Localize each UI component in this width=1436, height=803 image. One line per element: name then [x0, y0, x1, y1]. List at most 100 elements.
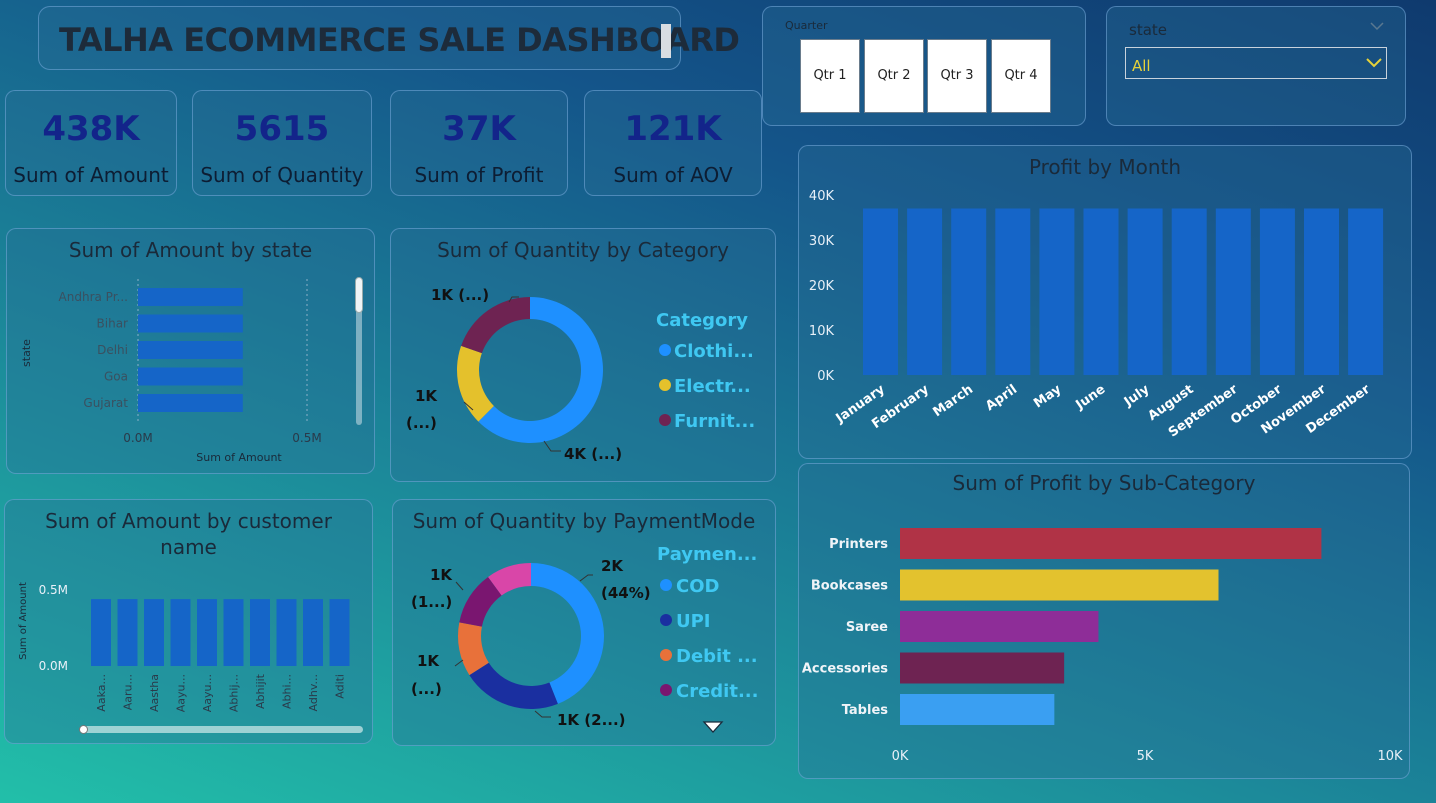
kpi-card-quantity: 5615 Sum of Quantity — [192, 90, 372, 196]
tick-label: 0.5M — [39, 583, 68, 597]
profit-by-subcategory-svg: Printers Bookcases Saree Accessories Tables 0… — [802, 528, 1403, 764]
vertical-scrollbar[interactable] — [355, 277, 363, 425]
bar — [1127, 208, 1163, 375]
legend-label: UPI — [676, 611, 711, 632]
bar — [900, 694, 1055, 725]
chevron-down-icon — [1366, 58, 1382, 68]
category-label: Aastha — [148, 674, 161, 712]
tick-label: 0K — [892, 749, 909, 764]
quarter-button-q4[interactable]: Qtr 4 — [991, 39, 1051, 113]
data-label: (44%) — [601, 584, 651, 602]
bar — [900, 611, 1099, 642]
kpi-card-amount: 438K Sum of Amount — [5, 90, 177, 196]
bar — [1348, 208, 1384, 375]
bar — [144, 599, 164, 666]
kpi-label: Sum of Profit — [414, 163, 544, 187]
dashboard-title-box: TALHA ECOMMERCE SALE DASHBOARD — [38, 6, 740, 70]
tick-label: 30K — [809, 234, 835, 249]
leader-line — [579, 574, 593, 582]
leader-line — [454, 659, 464, 667]
bar — [995, 208, 1031, 375]
scrollbar-thumb[interactable] — [355, 277, 363, 313]
legend-title: Paymen... — [657, 544, 757, 565]
kpi-card-aov: 121K Sum of AOV — [584, 90, 762, 196]
kpi-label: Sum of AOV — [613, 163, 733, 187]
quarter-button-q2[interactable]: Qtr 2 — [864, 39, 924, 113]
profit-by-month-chart: Profit by Month 0K 10K 20K 30K 40K January Feb… — [798, 145, 1412, 459]
amount-by-state-svg: Andhra Pr... Bihar Delhi Goa Gujarat 0.0M 0.5M… — [20, 279, 322, 464]
legend-marker — [659, 344, 671, 356]
profit-by-subcategory-chart: Sum of Profit by Sub-Category Printers Bo… — [798, 463, 1410, 779]
kpi-card-profit: 37K Sum of Profit — [390, 90, 568, 196]
category-label: Tables — [842, 703, 889, 718]
tick-label: 0.5M — [292, 431, 321, 445]
quantity-by-category-svg: 1K (...) 1K (...) 4K (...) Category Clothi...… — [406, 286, 755, 463]
bar — [863, 208, 898, 375]
kpi-value: 438K — [42, 109, 140, 149]
profit-by-month-svg: 0K10K20K30K40KJanuaryFebruaryMarch April M… — [809, 189, 1384, 441]
bar — [1259, 208, 1295, 375]
bar — [900, 569, 1219, 601]
legend-marker — [659, 379, 671, 391]
bar — [117, 599, 138, 666]
category-label: Gujarat — [83, 396, 128, 410]
tick-label: 0K — [817, 369, 834, 384]
bar — [1039, 208, 1075, 375]
category-label: Bookcases — [811, 579, 888, 594]
legend-label: COD — [676, 576, 719, 597]
bar — [250, 599, 270, 666]
bar — [900, 652, 1065, 684]
category-label: Abhi... — [281, 674, 294, 709]
legend-label: Credit... — [676, 681, 758, 702]
state-slicer-label: state — [1129, 21, 1167, 39]
bar — [170, 599, 191, 666]
bar — [138, 288, 243, 306]
legend-marker — [660, 684, 672, 696]
tick-label: 0.0M — [39, 659, 68, 673]
bar — [1304, 208, 1339, 375]
legend-label: Furnit... — [674, 411, 755, 432]
category-label: Aaka... — [95, 674, 108, 712]
kpi-label: Sum of Quantity — [200, 163, 364, 187]
data-label: 1K — [417, 652, 440, 670]
kpi-value: 121K — [624, 109, 722, 149]
scrollbar-thumb[interactable] — [79, 725, 88, 734]
state-slicer: state All — [1106, 6, 1406, 126]
axis-label: Sum of Amount — [18, 582, 29, 660]
bar — [276, 599, 297, 666]
data-label: (...) — [411, 680, 442, 698]
data-label: 2K — [601, 557, 624, 575]
data-label: (...) — [406, 414, 437, 432]
donut-slice — [457, 345, 494, 422]
legend-marker — [660, 614, 672, 626]
legend-label: Clothi... — [674, 341, 754, 362]
text-cursor — [661, 24, 671, 58]
legend-label: Debit ... — [676, 646, 758, 667]
tick-label: 5K — [1137, 749, 1154, 764]
category-label: Andhra Pr... — [59, 290, 128, 304]
tick-label: 20K — [809, 279, 835, 294]
bar — [197, 599, 217, 666]
bar — [329, 599, 350, 666]
bar — [91, 599, 111, 666]
quantity-by-paymentmode-svg: 2K (44%) 1K (2...) 1K (...) 1K (1...) Paymen...… — [411, 544, 758, 729]
bar — [223, 599, 244, 666]
bar — [900, 528, 1322, 559]
category-label: Abhijit — [254, 673, 267, 709]
bar — [1215, 208, 1251, 375]
category-label: Adhv... — [307, 674, 320, 711]
quarter-button-q3[interactable]: Qtr 3 — [927, 39, 987, 113]
amount-by-customer-chart: Sum of Amount by customer name 0.0M 0.5M S… — [4, 499, 373, 744]
state-dropdown[interactable]: All — [1125, 47, 1387, 79]
tick-label: 0.0M — [123, 431, 152, 445]
bar — [1083, 208, 1119, 375]
legend-scroll-down-icon[interactable] — [701, 720, 725, 734]
kpi-label: Sum of Amount — [13, 163, 169, 187]
category-label: Printers — [829, 537, 888, 552]
quantity-by-category-chart: Sum of Quantity by Category 1K (...) 1K (.… — [390, 228, 776, 482]
quarter-button-q1[interactable]: Qtr 1 — [800, 39, 860, 113]
chevron-down-icon[interactable] — [1369, 21, 1385, 31]
horizontal-scrollbar[interactable] — [79, 725, 363, 734]
donut-slice — [461, 297, 530, 354]
bar — [1171, 208, 1207, 375]
